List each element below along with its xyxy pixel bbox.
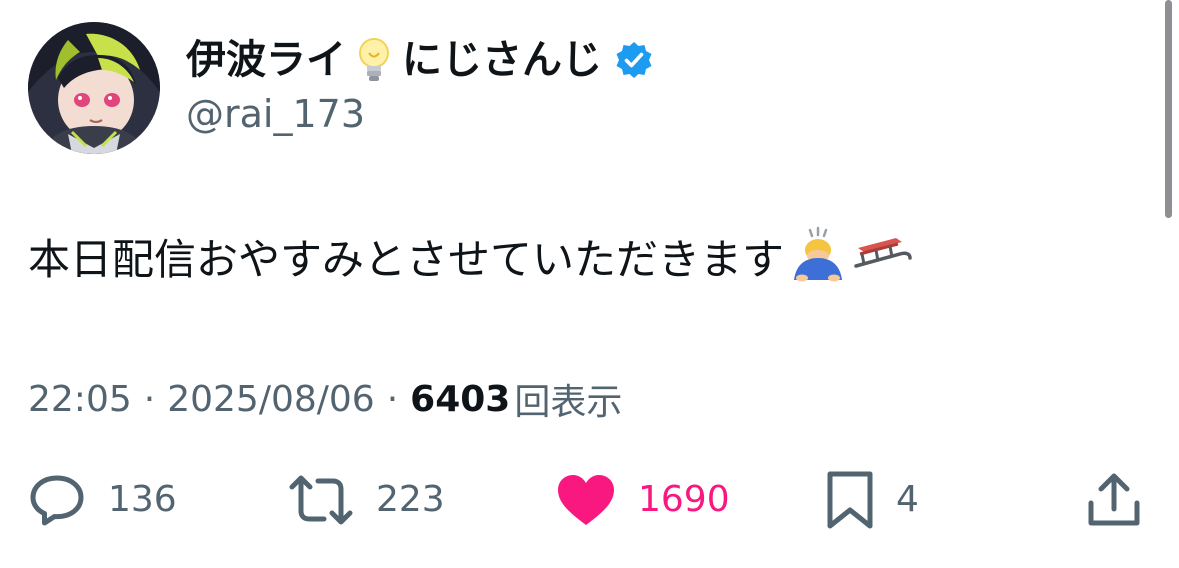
meta-separator: · xyxy=(386,378,399,420)
like-button[interactable]: 1690 xyxy=(556,468,730,532)
heart-icon[interactable] xyxy=(556,473,616,527)
bookmark-button[interactable]: 4 xyxy=(826,468,919,532)
like-count: 1690 xyxy=(638,479,730,520)
retweet-count: 223 xyxy=(376,479,445,520)
tweet-meta: 22:05 · 2025/08/06 · 6403 回表示 xyxy=(28,374,622,424)
avatar[interactable] xyxy=(28,22,160,154)
tweet-time[interactable]: 22:05 xyxy=(28,379,132,420)
meta-separator: · xyxy=(143,378,156,420)
bookmark-count: 4 xyxy=(896,479,919,520)
reply-button[interactable]: 136 xyxy=(28,468,177,532)
scrollbar[interactable] xyxy=(1165,0,1172,218)
author-handle[interactable]: @rai_173 xyxy=(186,92,365,138)
light-bulb-icon xyxy=(356,36,392,84)
bookmark-icon[interactable] xyxy=(826,470,874,530)
verified-badge-icon[interactable] xyxy=(614,40,654,80)
views-count[interactable]: 6403 xyxy=(410,379,510,420)
reply-icon[interactable] xyxy=(28,471,86,529)
tweet-date[interactable]: 2025/08/06 xyxy=(167,379,375,420)
person-bowing-icon xyxy=(788,226,848,293)
author-affiliation[interactable]: にじさんじ xyxy=(402,40,602,80)
author-name-row[interactable]: 伊波ライ にじさんじ xyxy=(186,30,654,90)
action-bar: 136 223 1690 4 xyxy=(0,468,1179,532)
tweet-detail-view: 伊波ライ にじさんじ @rai_173 本日配信おやすみとさせていただきます 2… xyxy=(0,0,1179,568)
views-label: 回表示 xyxy=(514,382,623,423)
tweet-text: 本日配信おやすみとさせていただきます xyxy=(28,234,785,284)
reply-count: 136 xyxy=(108,479,177,520)
tweet-text-container: 本日配信おやすみとさせていただきます xyxy=(28,226,916,293)
retweet-button[interactable]: 223 xyxy=(288,468,445,532)
retweet-icon[interactable] xyxy=(288,471,354,529)
author-display-name[interactable]: 伊波ライ xyxy=(186,40,346,80)
share-icon[interactable] xyxy=(1086,471,1142,529)
share-button[interactable] xyxy=(1086,468,1142,532)
sled-icon xyxy=(852,234,916,285)
